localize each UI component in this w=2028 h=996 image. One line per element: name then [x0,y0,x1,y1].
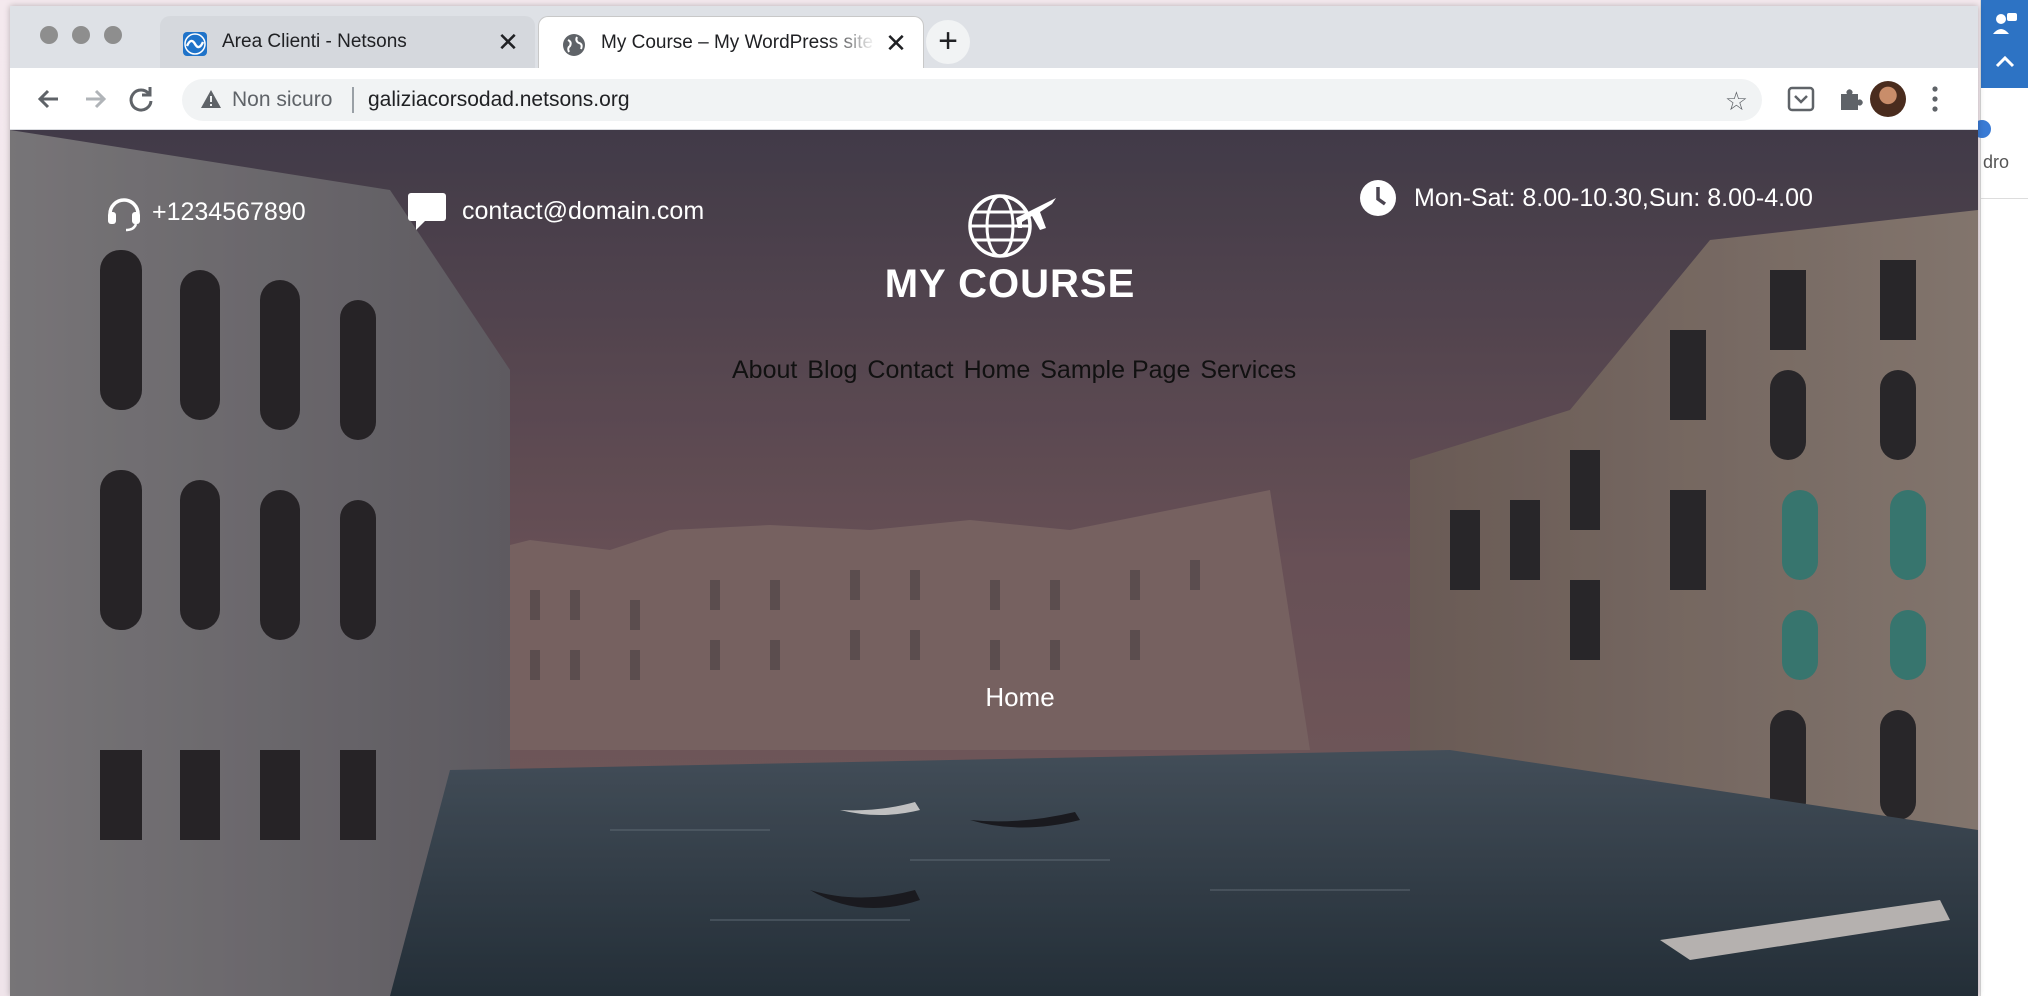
nav-item-contact[interactable]: Contact [867,356,953,385]
nav-item-services[interactable]: Services [1200,356,1296,385]
chat-person-icon [1993,13,2017,34]
security-label[interactable]: Non sicuro [232,88,332,112]
nav-item-sample-page[interactable]: Sample Page [1040,356,1190,385]
main-navigation: About Blog Contact Home Sample Page Serv… [732,356,1296,385]
close-icon[interactable]: ✕ [495,29,521,55]
nav-item-blog[interactable]: Blog [807,356,857,385]
phone-contact: +1234567890 [104,192,306,232]
divider [352,87,354,113]
window-close-button[interactable] [40,26,58,44]
back-arrow-icon[interactable] [32,82,66,116]
tab-area-clienti[interactable]: Area Clienti - Netsons ✕ [160,16,535,68]
email-contact: contact@domain.com [406,190,704,232]
nav-item-about[interactable]: About [732,356,797,385]
forward-arrow-icon[interactable] [78,82,112,116]
puzzle-extensions-icon[interactable] [1836,84,1866,114]
partial-text: dro [1983,152,2010,172]
close-icon[interactable]: ✕ [883,30,909,56]
divider [1981,198,2028,199]
hours-text: Mon-Sat: 8.00-10.30,Sun: 8.00-4.00 [1414,183,1813,212]
tab-my-course[interactable]: My Course – My WordPress site ✕ [538,16,924,68]
address-bar[interactable]: Non sicuro galiziacorsodad.netsons.org ☆ [182,79,1762,121]
kebab-menu-icon[interactable] [1930,84,1940,114]
warning-icon[interactable] [200,89,222,109]
headset-icon [108,198,140,232]
clock-icon [1360,180,1396,216]
opening-hours: Mon-Sat: 8.00-10.30,Sun: 8.00-4.00 [1358,178,1813,218]
phone-number[interactable]: +1234567890 [152,198,306,227]
profile-avatar[interactable] [1870,81,1906,117]
tab-title: Area Clienti - Netsons [222,31,407,52]
pocket-extension-icon[interactable] [1786,84,1816,114]
netsons-favicon-icon [183,32,207,56]
email-address[interactable]: contact@domain.com [462,197,704,226]
speech-bubble-icon [408,193,446,230]
new-tab-button[interactable]: + [926,20,970,64]
tab-title: My Course – My WordPress site [601,32,874,53]
page-title: Home [985,682,1055,712]
background-app-header [1981,0,2028,88]
browser-toolbar: Non sicuro galiziacorsodad.netsons.org ☆ [10,68,1978,130]
tab-strip: Area Clienti - Netsons ✕ My Course – My … [10,6,1978,68]
url-text[interactable]: galiziacorsodad.netsons.org [368,88,630,112]
browser-window: Area Clienti - Netsons ✕ My Course – My … [10,6,1978,996]
bookmark-star-icon[interactable]: ☆ [1725,86,1748,117]
globe-icon [563,34,585,56]
window-zoom-button[interactable] [104,26,122,44]
chevron-up-icon[interactable] [1995,54,2015,68]
site-logo[interactable] [880,188,1140,260]
globe-plane-logo-icon [968,194,1056,258]
background-app-window: dro [1973,0,2028,996]
window-minimize-button[interactable] [72,26,90,44]
reload-icon[interactable] [124,82,158,116]
web-page: +1234567890 contact@domain.com Mon-Sat: … [10,130,1978,996]
site-title[interactable]: MY COURSE [880,262,1140,307]
nav-item-home[interactable]: Home [964,356,1031,385]
